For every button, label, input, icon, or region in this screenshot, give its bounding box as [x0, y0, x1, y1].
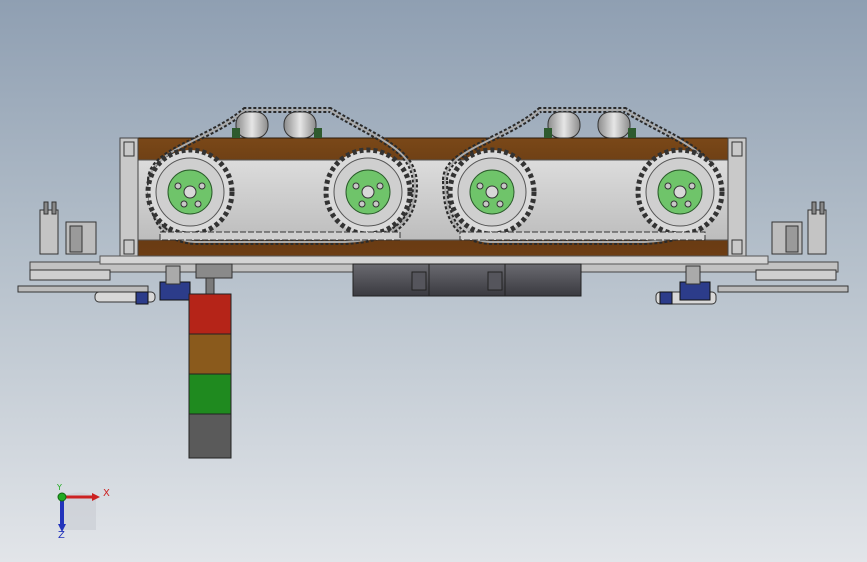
stack-light-green[interactable]: [188, 373, 232, 415]
stack-light-base[interactable]: [188, 413, 232, 459]
sprocket-right-2[interactable]: [635, 147, 725, 237]
cad-model-view[interactable]: [0, 0, 867, 562]
idler-roller[interactable]: [547, 111, 581, 139]
coordinate-triad: [57, 492, 100, 532]
sprocket-left-1[interactable]: [145, 147, 235, 237]
z-axis-label: Z: [58, 530, 65, 541]
base-plate[interactable]: [99, 255, 769, 265]
sprocket-left-2[interactable]: [323, 147, 413, 237]
y-axis-dot: [57, 492, 67, 502]
y-axis-label: Y: [57, 483, 62, 492]
stack-light-red[interactable]: [188, 293, 232, 335]
idler-roller[interactable]: [283, 111, 317, 139]
drive-motors[interactable]: [352, 263, 582, 297]
idler-roller[interactable]: [597, 111, 631, 139]
idler-roller[interactable]: [235, 111, 269, 139]
x-axis-label: X: [103, 488, 110, 499]
sprocket-right-1[interactable]: [447, 147, 537, 237]
graphics-viewport[interactable]: X Y Z: [0, 0, 867, 562]
stack-light-amber[interactable]: [188, 333, 232, 375]
stack-light-tower[interactable]: [188, 263, 233, 459]
